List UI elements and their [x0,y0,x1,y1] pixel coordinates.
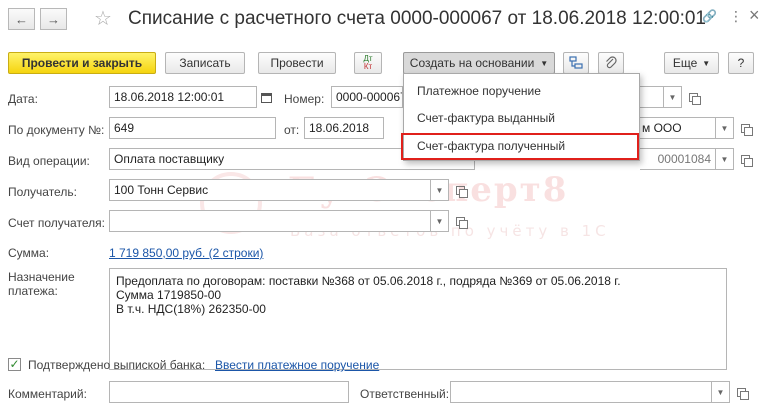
chevron-down-icon: ▼ [720,154,729,164]
open-icon [736,387,749,400]
open-icon [688,92,701,105]
recipient-account-label: Счет получателя: [8,216,105,230]
purpose-label-line1: Назначение [8,270,75,284]
purpose-line: Сумма 1719850-00 [116,288,222,302]
amount-label: Сумма: [8,246,50,260]
recipient-open-button[interactable] [451,179,469,201]
recipient-field[interactable]: 100 Тонн Сервис [109,179,431,201]
chevron-down-icon: ▼ [540,58,549,68]
purpose-textarea[interactable]: Предоплата по договорам: поставки №368 о… [109,268,727,370]
calendar-icon [260,92,272,103]
organization-field[interactable]: м ООО [640,117,716,139]
doc-number-label: По документу №: [8,123,105,137]
paperclip-icon [606,56,617,69]
back-button[interactable]: ← [8,8,35,30]
post-and-close-button[interactable]: Провести и закрыть [8,52,156,74]
recipient-account-dropdown-button[interactable]: ▼ [431,210,449,232]
bank-account-field[interactable]: 00001084 [640,148,716,170]
kt-label: Кт [363,62,373,71]
operation-label: Вид операции: [8,154,90,168]
forward-arrow-icon: → [47,11,60,27]
more-menu-icon[interactable]: ⋮ [729,8,743,25]
responsible-dropdown-button[interactable]: ▼ [712,381,730,403]
from-date-label: от: [284,123,300,137]
amount-link[interactable]: 1 719 850,00 руб. (2 строки) [109,246,263,260]
chevron-down-icon: ▼ [435,216,444,226]
favorite-star-icon[interactable]: ☆ [94,6,112,31]
structure-button[interactable] [563,52,589,74]
enter-payment-order-link[interactable]: Ввести платежное поручение [215,358,379,372]
chevron-down-icon: ▼ [702,58,711,68]
purpose-label-line2: платежа: [8,284,58,298]
attach-button[interactable] [598,52,624,74]
org-open-button[interactable] [736,117,754,139]
number-label: Номер: [284,92,325,106]
date-label: Дата: [8,92,38,106]
purpose-line: В т.ч. НДС(18%) 262350-00 [116,302,266,316]
checkmark-icon: ✓ [9,357,20,371]
dt-kt-button[interactable]: Дт Кт [354,52,382,74]
chevron-down-icon: ▼ [720,123,729,133]
recipient-account-open-button[interactable] [451,210,469,232]
help-button[interactable]: ? [728,52,754,74]
page-title: Списание с расчетного счета 0000-000067 … [128,8,706,29]
back-arrow-icon: ← [15,11,28,27]
comment-label: Комментарий: [8,387,87,401]
from-date-field[interactable]: 18.06.2018 [304,117,384,139]
number-field[interactable]: 0000-000067 [331,86,403,108]
date-field[interactable]: 18.06.2018 12:00:01 [109,86,257,108]
chevron-down-icon: ▼ [716,387,725,397]
confirmed-label: Подтверждено выпиской банка: [28,358,206,372]
create-based-on-button[interactable]: Создать на основании ▼ [403,52,555,74]
recipient-label: Получатель: [8,185,77,199]
forward-button[interactable]: → [40,8,67,30]
menu-item-payment-order[interactable]: Платежное поручение [404,78,639,104]
chevron-down-icon: ▼ [668,92,677,102]
more-button[interactable]: Еще ▼ [664,52,719,74]
open-icon [740,154,753,167]
organization-dropdown-button[interactable]: ▼ [664,86,682,108]
save-button[interactable]: Записать [165,52,245,74]
menu-item-invoice-issued[interactable]: Счет-фактура выданный [404,105,639,131]
organization-open-button[interactable] [684,86,702,108]
close-icon[interactable]: × [749,5,760,26]
confirmed-checkbox[interactable]: ✓ [8,358,21,371]
structure-icon [569,56,583,69]
organization-field-tail[interactable] [640,86,664,108]
org-dropdown-button[interactable]: ▼ [716,117,734,139]
open-icon [455,216,468,229]
create-based-on-label: Создать на основании [409,56,535,70]
comment-field[interactable] [109,381,349,403]
open-icon [740,123,753,136]
doc-number-field[interactable]: 649 [109,117,276,139]
responsible-open-button[interactable] [732,381,750,403]
calendar-button[interactable] [257,86,275,108]
link-icon[interactable]: 🔗 [702,9,717,23]
responsible-field[interactable] [450,381,712,403]
recipient-dropdown-button[interactable]: ▼ [431,179,449,201]
bank-account-dropdown-button[interactable]: ▼ [716,148,734,170]
chevron-down-icon: ▼ [435,185,444,195]
recipient-account-field[interactable] [109,210,431,232]
more-label: Еще [672,56,698,70]
bank-account-open-button[interactable] [736,148,754,170]
highlight-frame [401,133,639,160]
post-button[interactable]: Провести [258,52,336,74]
open-icon [455,185,468,198]
responsible-label: Ответственный: [360,387,450,401]
purpose-line: Предоплата по договорам: поставки №368 о… [116,274,621,288]
